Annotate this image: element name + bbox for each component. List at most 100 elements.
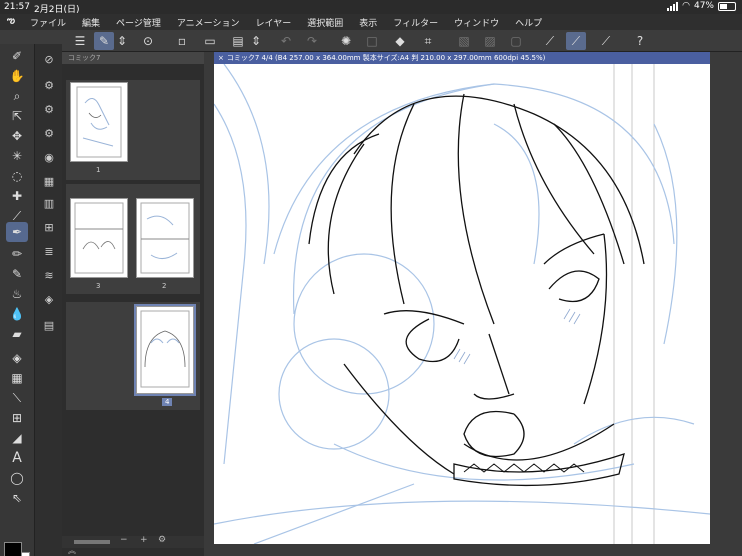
spread-row: 3 2 xyxy=(66,184,200,294)
zoom-icon[interactable]: ⌕ xyxy=(6,86,28,106)
clear-icon[interactable]: □ xyxy=(362,32,382,50)
hand-icon[interactable]: ✋ xyxy=(6,66,28,86)
page-manager-tab-label: コミック7 xyxy=(68,54,101,62)
page-thumbnail-2[interactable] xyxy=(136,198,194,278)
app-logo-icon[interactable]: ఌ xyxy=(0,16,22,28)
gradient-icon[interactable]: ▦ xyxy=(6,368,28,388)
loading-icon[interactable]: ✺ xyxy=(336,32,356,50)
color-wheel-icon[interactable]: ◉ xyxy=(40,148,58,166)
new-file-icon[interactable]: ▫ xyxy=(172,32,192,50)
canvas-tab[interactable]: × コミック7 4/4 (B4 257.00 x 364.00mm 製本サイズ:A… xyxy=(214,52,710,64)
sub-tool-icon[interactable]: ⚙ xyxy=(40,100,58,118)
menu-bar: ఌ ファイル 編集 ページ管理 アニメーション レイヤー 選択範囲 表示 フィル… xyxy=(0,14,742,30)
manga-sketch xyxy=(214,64,710,544)
collapse-chevron-icon[interactable]: ︽ xyxy=(68,545,76,556)
page-number-3: 3 xyxy=(96,282,101,290)
open-folder-icon[interactable]: ▭ xyxy=(200,32,220,50)
lasso-select-icon[interactable]: ◌ xyxy=(6,166,28,186)
zoom-in-button[interactable]: + xyxy=(140,535,148,545)
menu-animation[interactable]: アニメーション xyxy=(169,16,248,29)
menu-window[interactable]: ウィンドウ xyxy=(446,16,507,29)
color-set-icon[interactable]: ▦ xyxy=(40,172,58,190)
edit-mode-icon[interactable]: ✎ xyxy=(94,32,114,50)
spread-row: 4 xyxy=(66,302,200,410)
auto-select-icon[interactable]: ✳ xyxy=(6,146,28,166)
airbrush-icon[interactable]: ♨ xyxy=(6,284,28,304)
menu-filter[interactable]: フィルター xyxy=(385,16,446,29)
page-number-2: 2 xyxy=(162,282,167,290)
eraser-icon[interactable]: ▰ xyxy=(6,324,28,344)
correct-line-icon[interactable]: ⇖ xyxy=(6,488,28,508)
selection-border-icon[interactable]: ▢ xyxy=(506,32,526,50)
save-icon[interactable]: ▤ xyxy=(228,32,248,50)
special-ruler-snap-icon[interactable]: ⟋ xyxy=(566,32,586,50)
menu-selection[interactable]: 選択範囲 xyxy=(299,16,351,29)
page-1-sketch xyxy=(76,86,122,158)
material-icon[interactable]: ⊞ xyxy=(40,218,58,236)
page-thumbnail-1[interactable] xyxy=(70,82,128,162)
menu-edit[interactable]: 編集 xyxy=(74,16,108,29)
side-panel-icons: ⊘ ⚙ ⚙ ⚙ ◉ ▦ ▥ ⊞ ≣ ≋ ◈ ▤ xyxy=(34,44,62,556)
canvas-bottom-strip xyxy=(214,544,710,556)
undo-icon[interactable]: ↶ xyxy=(276,32,296,50)
page-thumbnail-4[interactable] xyxy=(134,304,196,396)
menu-layer[interactable]: レイヤー xyxy=(248,16,300,29)
layer-property-icon[interactable]: ≣ xyxy=(40,242,58,260)
page-3-sketch xyxy=(74,202,124,274)
pen-quick-icon[interactable]: ✐ xyxy=(6,46,28,66)
blend-icon[interactable]: 💧 xyxy=(6,304,28,324)
operation-icon[interactable]: ⇱ xyxy=(6,106,28,126)
close-tab-icon[interactable]: × xyxy=(218,54,224,62)
menu-file[interactable]: ファイル xyxy=(22,16,74,29)
invert-selection-icon[interactable]: ▨ xyxy=(480,32,500,50)
page-manager-icon[interactable]: ▤ xyxy=(40,316,58,334)
fill-bucket-icon[interactable]: ◈ xyxy=(6,348,28,368)
figure-icon[interactable]: ⟍ xyxy=(6,388,28,408)
move-layer-icon[interactable]: ✥ xyxy=(6,126,28,146)
menu-page-management[interactable]: ページ管理 xyxy=(108,16,169,29)
status-bar: 21:57 2月2日(日) ◠ 47% xyxy=(0,0,742,15)
page-number-1: 1 xyxy=(96,166,101,174)
quick-access-icon[interactable]: ⊙ xyxy=(138,32,158,50)
tool-property-icon[interactable]: ⚙ xyxy=(40,76,58,94)
grid-snap-icon[interactable]: ⟋ xyxy=(596,32,616,50)
navigator-icon[interactable]: ⊘ xyxy=(40,50,58,68)
zoom-out-button[interactable]: − xyxy=(120,535,128,545)
deselect-icon[interactable]: ▧ xyxy=(454,32,474,50)
help-icon[interactable]: ? xyxy=(630,32,650,50)
intermediate-color-icon[interactable]: ▥ xyxy=(40,194,58,212)
fill-icon[interactable]: ◆ xyxy=(390,32,410,50)
layer-search-icon[interactable]: ≋ xyxy=(40,266,58,284)
tool-palette: ✐ ✋ ⌕ ⇱ ✥ ✳ ◌ ✚ ⟋ ✒ ✏ ✎ ♨ 💧 ▰ ◈ ▦ ⟍ ⊞ ◢ … xyxy=(0,44,34,556)
page-thumbnail-3[interactable] xyxy=(70,198,128,278)
mode-chevron-icon[interactable]: ⇕ xyxy=(116,32,128,50)
redo-icon[interactable]: ↷ xyxy=(302,32,322,50)
main-color-swatch[interactable] xyxy=(4,542,22,556)
menu-help[interactable]: ヘルプ xyxy=(507,16,550,29)
drawing-canvas[interactable] xyxy=(214,64,710,544)
brush-size-icon[interactable]: ⚙ xyxy=(40,124,58,142)
command-bar: ☰ ✎ ⇕ ⊙ ▫ ▭ ▤ ⇕ ↶ ↷ ✺ □ ◆ ⌗ ▧ ▨ ▢ ⟋ ⟋ ⟋ … xyxy=(0,30,742,52)
layers-icon[interactable]: ◈ xyxy=(40,290,58,308)
frame-border-icon[interactable]: ⊞ xyxy=(6,408,28,428)
wifi-icon: ◠ xyxy=(682,1,690,11)
save-chevron-icon[interactable]: ⇕ xyxy=(250,32,262,50)
menu-view[interactable]: 表示 xyxy=(351,16,385,29)
balloon-icon[interactable]: ◯ xyxy=(6,468,28,488)
pencil-tool-icon[interactable]: ✏ xyxy=(6,244,28,264)
ruler-icon[interactable]: ◢ xyxy=(6,428,28,448)
pen-tool-icon[interactable]: ✒ xyxy=(6,222,28,242)
brush-tool-icon[interactable]: ✎ xyxy=(6,264,28,284)
text-tool-icon[interactable]: A xyxy=(6,448,28,468)
thumbnail-size-slider[interactable] xyxy=(74,540,110,544)
eyedropper-icon[interactable]: ✚ xyxy=(6,186,28,206)
page-manager-tab[interactable]: コミック7 xyxy=(62,52,204,64)
ruler-snap-icon[interactable]: ⟋ xyxy=(540,32,560,50)
status-time: 21:57 xyxy=(4,2,30,12)
page-number-4: 4 xyxy=(162,398,173,406)
status-right: ◠ 47% xyxy=(667,1,736,11)
hamburger-menu-icon[interactable]: ☰ xyxy=(70,32,90,50)
canvas-tab-title: コミック7 4/4 (B4 257.00 x 364.00mm 製本サイズ:A4… xyxy=(226,54,546,62)
crop-icon[interactable]: ⌗ xyxy=(418,32,438,50)
settings-icon[interactable]: ⚙ xyxy=(158,535,166,545)
